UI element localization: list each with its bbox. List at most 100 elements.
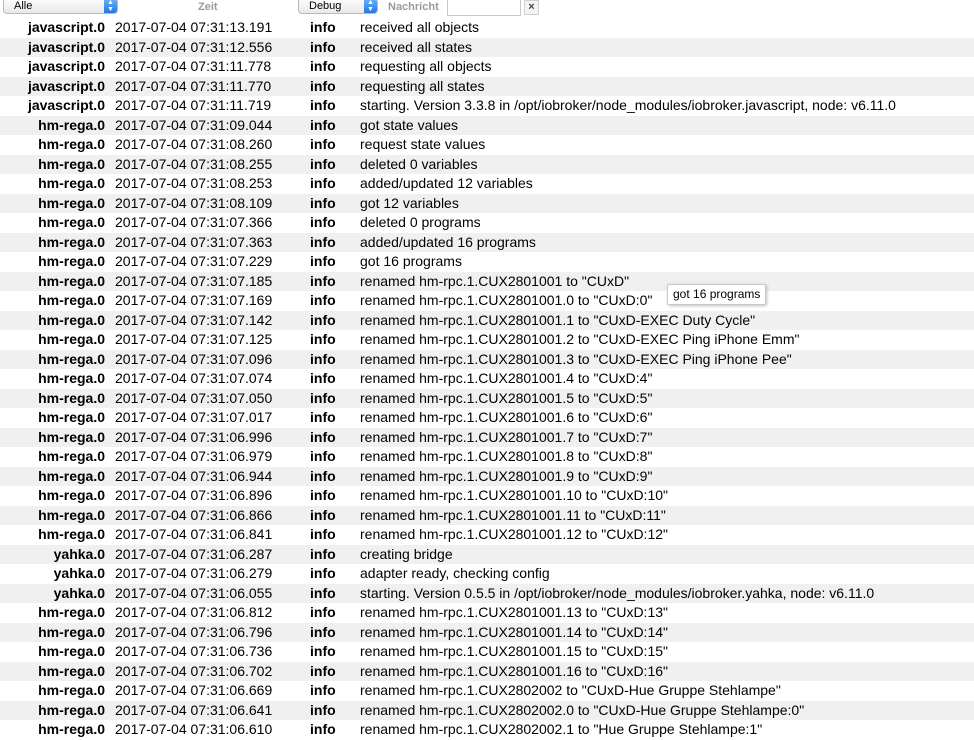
log-level: info [310,623,336,640]
log-time: 2017-07-04 07:31:07.050 [115,389,273,406]
log-source: hm-rega.0 [38,448,105,464]
log-message: renamed hm-rpc.1.CUX2802002 to "CUxD-Hue… [360,682,781,698]
log-time: 2017-07-04 07:31:11.778 [115,58,272,74]
log-level: info [310,58,336,74]
log-row: hm-rega.0 2017-07-04 07:31:07.363 info adde… [0,232,974,252]
log-source: hm-rega.0 [38,136,105,152]
log-source: yahka.0 [53,584,105,601]
log-message: renamed hm-rpc.1.CUX2801001.4 to "CUxD:4… [360,370,653,386]
log-row: hm-rega.0 2017-07-04 07:31:06.736 info rena… [0,642,974,662]
log-source: hm-rega.0 [38,370,105,386]
log-row: hm-rega.0 2017-07-04 07:31:06.996 info rena… [0,427,974,447]
log-message: renamed hm-rpc.1.CUX2801001.16 to "CUxD:… [360,662,668,679]
log-time: 2017-07-04 07:31:08.253 [115,175,273,191]
log-message: renamed hm-rpc.1.CUX2801001.8 to "CUxD:8… [360,448,653,464]
log-message: renamed hm-rpc.1.CUX2801001.0 to "CUxD:0… [360,292,653,308]
log-row: yahka.0 2017-07-04 07:31:06.287 info creati… [0,544,974,564]
log-message: renamed hm-rpc.1.CUX2801001.2 to "CUxD-E… [360,331,800,347]
log-source: hm-rega.0 [38,409,105,425]
log-message: got state values [360,116,459,133]
log-message: renamed hm-rpc.1.CUX2801001.10 to "CUxD:… [360,487,668,503]
log-time: 2017-07-04 07:31:07.169 [115,292,273,308]
log-row: hm-rega.0 2017-07-04 07:31:06.669 info rena… [0,681,974,701]
log-row: hm-rega.0 2017-07-04 07:31:07.125 info rena… [0,330,974,350]
time-column-header: Zeit [198,1,218,13]
log-source: yahka.0 [53,545,105,562]
log-row: hm-rega.0 2017-07-04 07:31:08.253 info adde… [0,174,974,194]
log-row: hm-rega.0 2017-07-04 07:31:06.896 info rena… [0,486,974,506]
log-message: renamed hm-rpc.1.CUX2801001.7 to "CUxD:7… [360,428,653,445]
log-time: 2017-07-04 07:31:06.279 [115,565,273,581]
log-source: hm-rega.0 [38,233,105,250]
log-source: hm-rega.0 [38,389,105,406]
log-source: hm-rega.0 [38,623,105,640]
log-source: hm-rega.0 [38,116,105,133]
log-row: hm-rega.0 2017-07-04 07:31:06.866 info rena… [0,505,974,525]
log-message: renamed hm-rpc.1.CUX2801001.3 to "CUxD-E… [360,350,792,367]
log-time: 2017-07-04 07:31:13.191 [115,19,273,35]
log-time: 2017-07-04 07:31:06.055 [115,584,273,601]
log-time: 2017-07-04 07:31:06.287 [115,545,273,562]
log-level: info [310,682,336,698]
log-message: renamed hm-rpc.1.CUX2801001.14 to "CUxD:… [360,623,668,640]
clear-filter-button[interactable]: × [524,0,539,15]
log-level: info [310,448,336,464]
log-message: renamed hm-rpc.1.CUX2801001.12 to "CUxD:… [360,526,668,542]
source-filter-select[interactable]: Alle ▲ ▼ [3,0,118,14]
log-message: added/updated 16 programs [360,233,536,250]
log-row: hm-rega.0 2017-07-04 07:31:07.185 info rena… [0,271,974,291]
log-row: yahka.0 2017-07-04 07:31:06.279 info adapte… [0,564,974,584]
select-arrows-icon: ▲ ▼ [364,0,377,13]
log-time: 2017-07-04 07:31:07.366 [115,214,273,230]
log-time: 2017-07-04 07:31:07.017 [115,409,273,425]
log-level: info [310,331,336,347]
log-level: info [310,428,336,445]
log-time: 2017-07-04 07:31:11.770 [115,77,272,94]
log-time: 2017-07-04 07:31:07.185 [115,272,273,289]
message-filter-input[interactable] [447,0,521,16]
log-row: hm-rega.0 2017-07-04 07:31:07.050 info rena… [0,388,974,408]
log-level: info [310,214,336,230]
log-level: info [310,701,336,718]
log-level: info [310,389,336,406]
log-source: hm-rega.0 [38,682,105,698]
log-filter-bar: Alle ▲ ▼ Zeit Debug ▲ ▼ Nachricht × [0,0,974,17]
message-column-header: Nachricht [388,1,439,13]
log-row: hm-rega.0 2017-07-04 07:31:06.796 info rena… [0,622,974,642]
log-time: 2017-07-04 07:31:07.142 [115,311,273,328]
log-time: 2017-07-04 07:31:06.841 [115,526,273,542]
log-time: 2017-07-04 07:31:07.363 [115,233,273,250]
log-source: hm-rega.0 [38,253,105,269]
log-level: info [310,116,336,133]
log-level: info [310,467,336,484]
log-level: info [310,175,336,191]
log-time: 2017-07-04 07:31:07.125 [115,331,273,347]
log-message: starting. Version 3.3.8 in /opt/iobroker… [360,97,896,113]
log-level: info [310,136,336,152]
log-level: info [310,233,336,250]
log-source: javascript.0 [27,58,105,74]
log-level: info [310,19,336,35]
level-filter-select[interactable]: Debug ▲ ▼ [298,0,378,14]
log-row: hm-rega.0 2017-07-04 07:31:07.096 info rena… [0,349,974,369]
log-level: info [310,97,336,113]
log-source: hm-rega.0 [38,701,105,718]
log-message: creating bridge [360,545,453,562]
log-level: info [310,604,336,620]
log-time: 2017-07-04 07:31:08.260 [115,136,273,152]
log-level: info [310,643,336,659]
log-message: request state values [360,136,486,152]
log-time: 2017-07-04 07:31:06.702 [115,662,273,679]
level-filter-value: Debug [309,0,342,12]
log-level: info [310,409,336,425]
log-time: 2017-07-04 07:31:11.719 [115,97,272,113]
log-level: info [310,565,336,581]
log-level: info [310,487,336,503]
log-time: 2017-07-04 07:31:06.641 [115,701,273,718]
log-message: deleted 0 programs [360,214,481,230]
log-source: yahka.0 [53,565,105,581]
log-message: renamed hm-rpc.1.CUX2801001.11 to "CUxD:… [360,506,666,523]
log-row: hm-rega.0 2017-07-04 07:31:06.944 info rena… [0,466,974,486]
log-source: hm-rega.0 [38,506,105,523]
log-row: hm-rega.0 2017-07-04 07:31:08.255 info dele… [0,154,974,174]
